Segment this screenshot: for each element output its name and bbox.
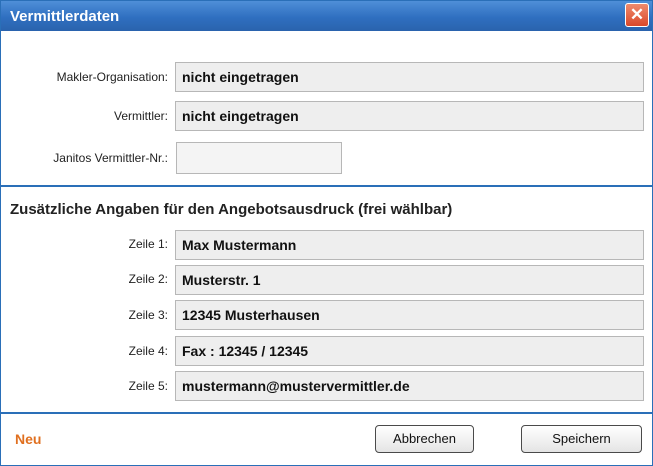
- zeile-2-label: Zeile 2:: [128, 272, 168, 286]
- zeile-4-field[interactable]: Fax : 12345 / 12345: [175, 336, 644, 366]
- zeile-1-field[interactable]: Max Mustermann: [175, 230, 644, 260]
- vermittler-nr-field[interactable]: [176, 142, 342, 174]
- section-divider-bottom: [1, 412, 652, 414]
- cancel-button[interactable]: Abbrechen: [375, 425, 474, 453]
- zeile-3-label: Zeile 3:: [128, 308, 168, 322]
- title-bar: Vermittlerdaten ✕: [1, 1, 652, 31]
- vermittler-nr-label: Janitos Vermittler-Nr.:: [53, 151, 168, 165]
- zeile-2-field[interactable]: Musterstr. 1: [175, 265, 644, 295]
- zeile-4-label: Zeile 4:: [128, 344, 168, 358]
- section-divider-top: [1, 185, 652, 187]
- close-icon[interactable]: ✕: [625, 3, 649, 27]
- vermittler-field[interactable]: nicht eingetragen: [175, 101, 644, 131]
- zeile-3-field[interactable]: 12345 Musterhausen: [175, 300, 644, 330]
- window-title: Vermittlerdaten: [10, 8, 120, 25]
- vermittler-label: Vermittler:: [113, 109, 168, 123]
- angebot-section-title: Zusätzliche Angaben für den Angebotsausd…: [10, 201, 453, 218]
- status-label: Neu: [15, 431, 42, 447]
- zeile-5-label: Zeile 5:: [128, 379, 168, 393]
- makler-organisation-field[interactable]: nicht eingetragen: [175, 62, 644, 92]
- vermittlerdaten-dialog: Vermittlerdaten ✕ Makler-Organisation: n…: [0, 0, 653, 466]
- save-button[interactable]: Speichern: [521, 425, 642, 453]
- makler-organisation-label: Makler-Organisation:: [56, 70, 168, 84]
- zeile-5-field[interactable]: mustermann@mustervermittler.de: [175, 371, 644, 401]
- zeile-1-label: Zeile 1:: [128, 237, 168, 251]
